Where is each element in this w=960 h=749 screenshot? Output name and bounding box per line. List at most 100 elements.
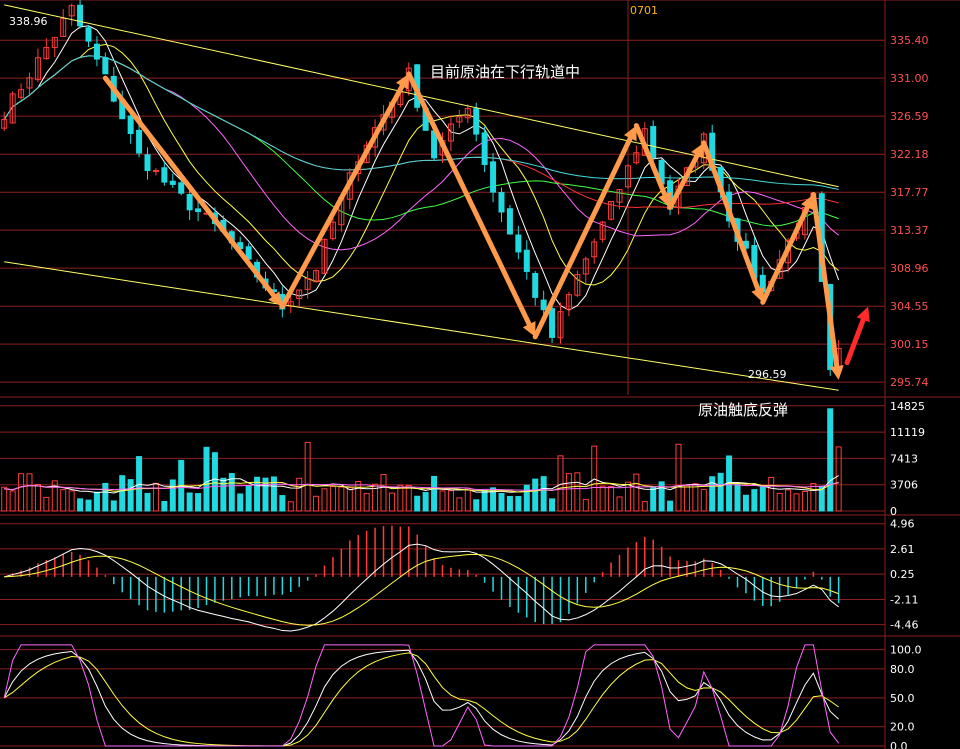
volume-bar [464, 487, 471, 512]
volume-bar [338, 486, 345, 512]
volume-bar [608, 486, 615, 512]
volume-bar [801, 490, 808, 512]
macd-tick-label: 0.25 [890, 568, 915, 581]
volume-bar [313, 495, 320, 512]
price-tick-label: 317.77 [890, 186, 929, 199]
volume-bar [549, 498, 556, 512]
volume-bar [245, 485, 252, 512]
volume-bar [346, 487, 353, 512]
volume-tick-label: 11119 [890, 426, 925, 439]
volume-bar [574, 472, 581, 512]
candle-body [549, 308, 556, 338]
right-axis: 335.40 331.00 326.59 322.18 317.77 313.37 308.… [890, 34, 929, 749]
price-tick-label: 313.37 [890, 224, 929, 237]
price-tick-label: 308.96 [890, 262, 929, 275]
macd-panel [4, 525, 840, 632]
volume-bar [692, 483, 699, 512]
volume-bar [363, 493, 370, 512]
volume-bar [751, 489, 758, 512]
candle-body [127, 115, 134, 134]
volume-bar [759, 485, 766, 512]
volume-bar [195, 493, 202, 512]
volume-bar [85, 499, 92, 512]
candle-body [515, 234, 522, 253]
volume-bar [144, 492, 151, 512]
volume-bar [161, 500, 168, 512]
trend-arrow-head [829, 365, 844, 380]
volume-bar [650, 486, 657, 512]
price-tick-label: 304.55 [890, 300, 929, 313]
price-tick-label: 295.74 [890, 376, 929, 389]
volume-bar [93, 491, 100, 512]
volume-bar [203, 446, 210, 512]
candle-body [532, 272, 539, 298]
low-price-label: 296.59 [748, 368, 787, 381]
kdj-panel [3, 644, 840, 747]
macd-tick-label: 4.96 [890, 518, 915, 531]
volume-bar [422, 492, 429, 512]
grid-lines [0, 0, 960, 749]
volume-bar [34, 483, 41, 512]
candle-body [490, 161, 497, 193]
volume-bar [447, 490, 454, 512]
volume-bar [835, 446, 842, 512]
volume-tick-label: 3706 [890, 479, 918, 492]
volume-bar [169, 479, 176, 512]
chart-canvas: 335.40 331.00 326.59 322.18 317.77 313.37 308.… [0, 0, 960, 749]
price-tick-label: 335.40 [890, 34, 929, 47]
volume-bar [667, 500, 674, 512]
trend-arrow [279, 83, 405, 310]
candle-body [136, 129, 143, 154]
d-line [3, 652, 839, 747]
rebound-annotation: 原油触底反弹 [698, 401, 789, 419]
trend-arrow [102, 75, 277, 299]
kdj-tick-label: 0.0 [890, 740, 908, 749]
volume-bar [26, 473, 33, 512]
channel-annotation: 目前原油在下行轨道中 [430, 63, 581, 81]
volume-bar [624, 481, 631, 512]
volume-bar [380, 474, 387, 512]
candle-body [506, 208, 513, 235]
macd-tick-label: -2.11 [890, 593, 918, 606]
volume-bar [776, 492, 783, 512]
volume-bar [785, 489, 792, 512]
kdj-tick-label: 50.0 [890, 692, 915, 705]
rebound-arrow [844, 317, 866, 366]
volume-bar [565, 473, 572, 512]
volume-bar [742, 494, 749, 512]
dif-line [4, 543, 839, 632]
volume-tick-label: 0 [890, 505, 897, 518]
macd-tick-label: 2.61 [890, 543, 915, 556]
high-price-label: 338.96 [9, 15, 48, 28]
volume-bar [439, 490, 446, 512]
candle-body [473, 108, 480, 135]
candle-body [498, 192, 505, 213]
kdj-tick-label: 100.0 [890, 644, 922, 657]
volume-bar [9, 490, 16, 512]
volume-bar [388, 492, 395, 512]
candle-body [102, 57, 109, 75]
volume-bar [119, 475, 126, 512]
macd-tick-label: -4.46 [890, 619, 918, 632]
trend-arrow [532, 135, 633, 340]
price-tick-label: 326.59 [890, 110, 929, 123]
volume-bar [186, 492, 193, 512]
candle-body [77, 4, 84, 27]
trend-arrow [406, 71, 532, 327]
volume-bar [405, 484, 412, 512]
volume-bar [456, 497, 463, 512]
date-marker: 0701 [630, 4, 658, 17]
volume-bar [793, 493, 800, 512]
trend-arrow [701, 140, 761, 292]
kdj-tick-label: 80.0 [890, 663, 915, 676]
candle-body [144, 154, 151, 172]
volume-bar [77, 498, 84, 512]
volume-bar [540, 476, 547, 512]
kdj-tick-label: 20.0 [890, 721, 915, 734]
candle-body [650, 126, 657, 159]
volume-bar [18, 473, 25, 512]
candle-body [152, 169, 159, 172]
volume-bar [557, 455, 564, 512]
volume-bar [498, 492, 505, 512]
volume-bar [616, 496, 623, 512]
